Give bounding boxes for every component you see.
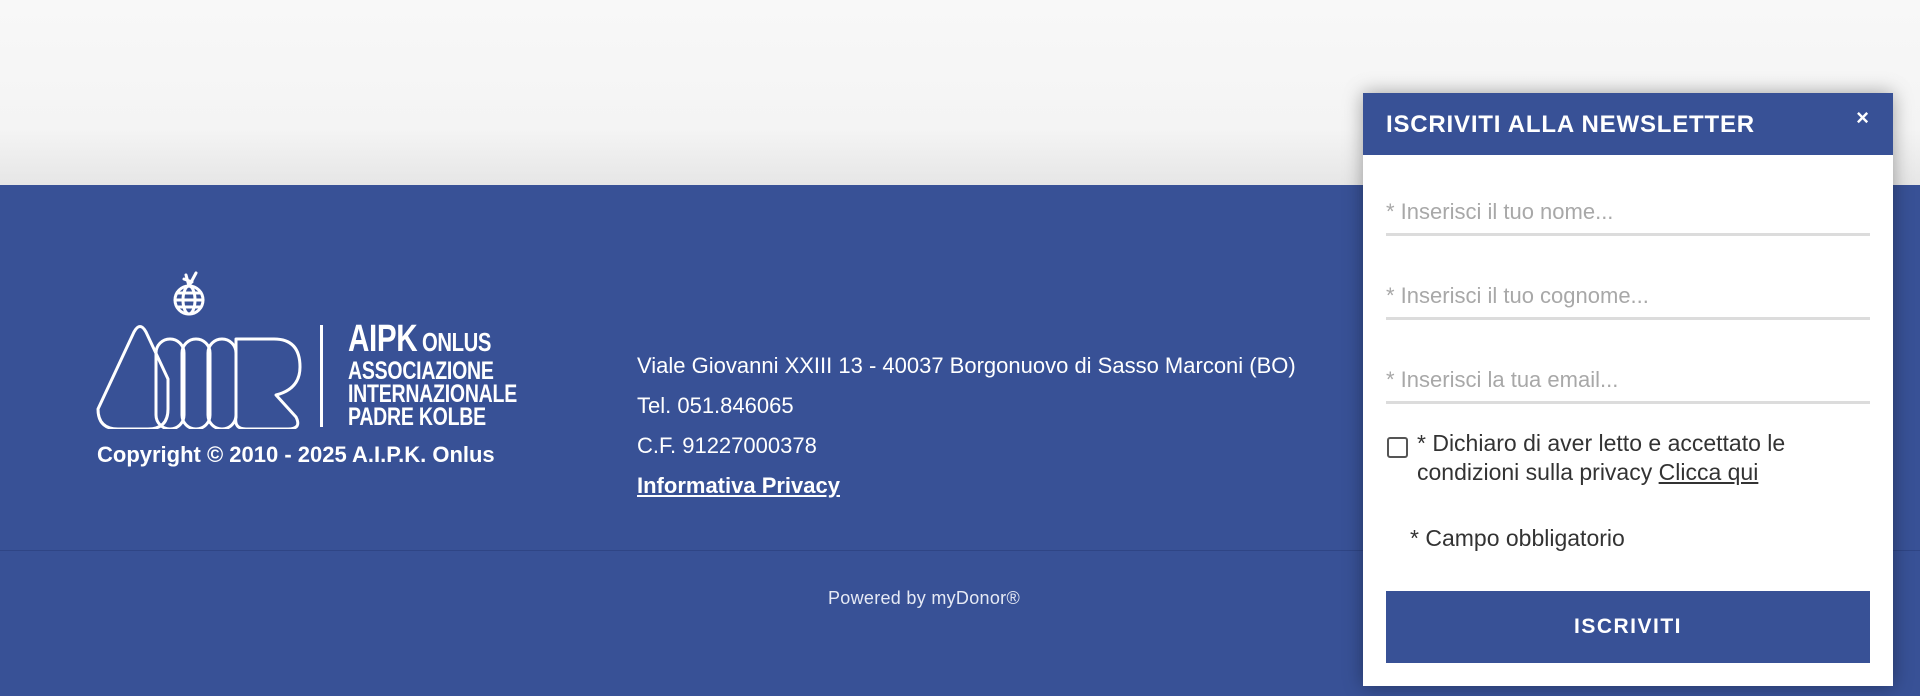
aipk-logo: AIPK ONLUS ASSOCIAZIONE INTERNAZIONALE PA…: [96, 269, 517, 431]
newsletter-title: ISCRIVITI ALLA NEWSLETTER: [1386, 111, 1755, 138]
copyright-text: Copyright © 2010 - 2025 A.I.P.K. Onlus: [97, 442, 495, 467]
phone-text: Tel. 051.846065: [637, 393, 794, 418]
aipk-emblem-icon: [96, 271, 302, 429]
address-text: Viale Giovanni XXIII 13 - 40037 Borgonuo…: [637, 353, 1296, 378]
logo-line-3: PADRE KOLBE: [348, 403, 486, 431]
privacy-consent-checkbox[interactable]: [1387, 437, 1408, 458]
logo-wordmark: AIPK ONLUS ASSOCIAZIONE INTERNAZIONALE PA…: [348, 318, 517, 431]
first-name-input[interactable]: [1386, 191, 1870, 236]
required-field-note: * Campo obbligatorio: [1410, 525, 1625, 551]
email-input[interactable]: [1386, 359, 1870, 404]
privacy-policy-link[interactable]: Informativa Privacy: [637, 473, 840, 498]
privacy-details-link[interactable]: Clicca qui: [1659, 459, 1759, 485]
logo-separator: [320, 325, 323, 427]
tax-code-text: C.F. 91227000378: [637, 433, 817, 458]
close-icon[interactable]: ×: [1856, 107, 1869, 129]
newsletter-popup: ISCRIVITI ALLA NEWSLETTER × * Dichiaro d…: [1363, 93, 1893, 686]
newsletter-header: ISCRIVITI ALLA NEWSLETTER ×: [1363, 93, 1893, 155]
last-name-input[interactable]: [1386, 275, 1870, 320]
logo-name: AIPK: [348, 318, 418, 360]
logo-onlus: ONLUS: [421, 327, 491, 357]
privacy-consent-label: * Dichiaro di aver letto e accettato le …: [1417, 429, 1877, 487]
subscribe-button[interactable]: ISCRIVITI: [1386, 591, 1870, 663]
contact-info: Viale Giovanni XXIII 13 - 40037 Borgonuo…: [637, 346, 1296, 506]
